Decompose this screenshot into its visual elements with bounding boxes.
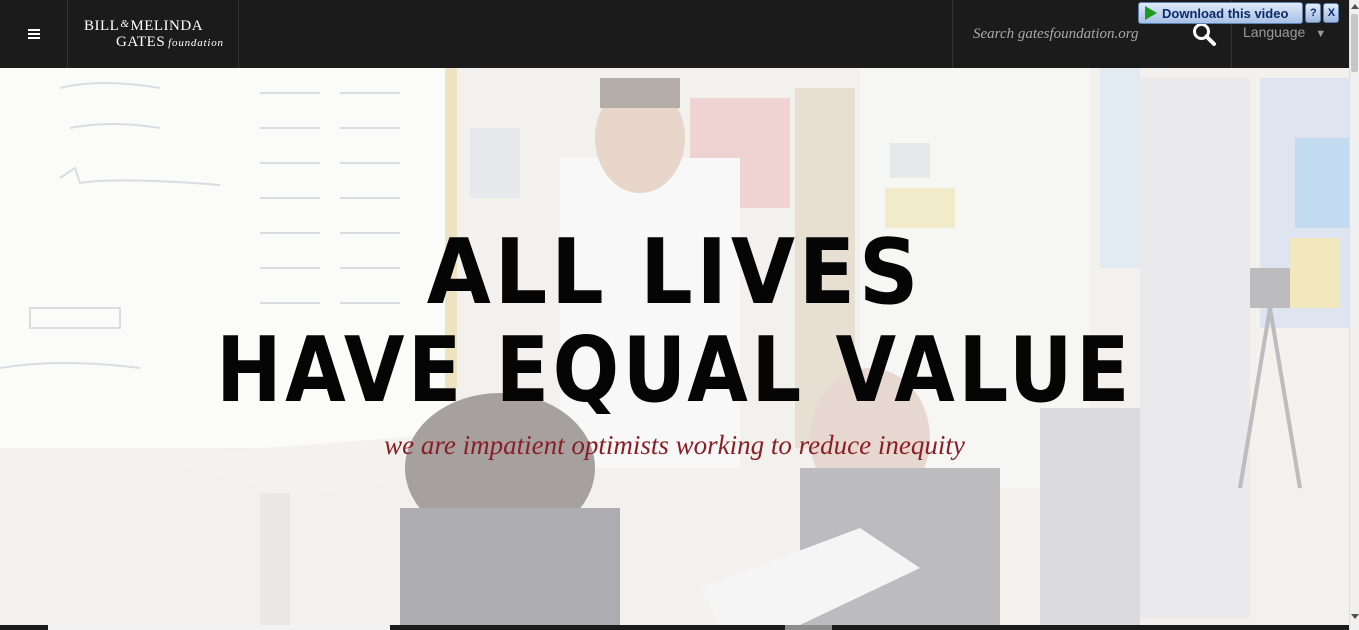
logo-bill: BILL (84, 18, 120, 34)
caret-down-icon: ▼ (1315, 28, 1327, 40)
scroll-up-arrow-icon[interactable] (1351, 4, 1359, 9)
help-icon: ? (1310, 7, 1317, 19)
page-scrollbar[interactable] (1349, 0, 1359, 630)
hero-video[interactable]: ALL LIVES HAVE EQUAL VALUE we are impati… (0, 68, 1349, 625)
hero-tagline: we are impatient optimists working to re… (384, 430, 965, 460)
headline-line-2: HAVE EQUAL VALUE (216, 318, 1133, 423)
bottom-strip (0, 625, 1349, 630)
play-icon (1145, 6, 1157, 20)
download-video-label: Download this video (1162, 5, 1289, 21)
page: BILL&MELINDA GATESfoundation Language ▼ D… (0, 0, 1359, 630)
logo-foundation: foundation (168, 37, 224, 49)
foundation-logo[interactable]: BILL&MELINDA GATES foundation (68, 0, 239, 68)
hamburger-icon (27, 29, 40, 39)
menu-button[interactable] (0, 0, 68, 68)
download-help-button[interactable]: ? (1305, 3, 1322, 23)
search-input[interactable] (973, 22, 1173, 46)
logo-line-1: BILL&MELINDA (84, 18, 203, 35)
bottom-strip-segment (785, 625, 832, 630)
logo-ampersand: & (120, 18, 130, 30)
close-icon: X (1327, 7, 1336, 19)
download-close-button[interactable]: X (1323, 3, 1340, 23)
headline-line-1: ALL LIVES (426, 220, 923, 325)
hero-text: ALL LIVES HAVE EQUAL VALUE we are impati… (0, 228, 1349, 461)
download-video-button[interactable]: Download this video (1138, 2, 1304, 24)
logo-gates: GATES (116, 34, 166, 50)
scroll-thumb[interactable] (1351, 14, 1358, 72)
language-label: Language (1243, 24, 1306, 40)
bottom-strip-segment (48, 625, 390, 630)
logo-line-2: GATES foundation (116, 34, 224, 51)
download-video-widget: Download this video ? X (1138, 1, 1340, 25)
scroll-down-arrow-icon[interactable] (1351, 614, 1359, 619)
language-selector[interactable]: Language ▼ (1243, 24, 1326, 40)
logo-melinda: MELINDA (130, 18, 204, 34)
